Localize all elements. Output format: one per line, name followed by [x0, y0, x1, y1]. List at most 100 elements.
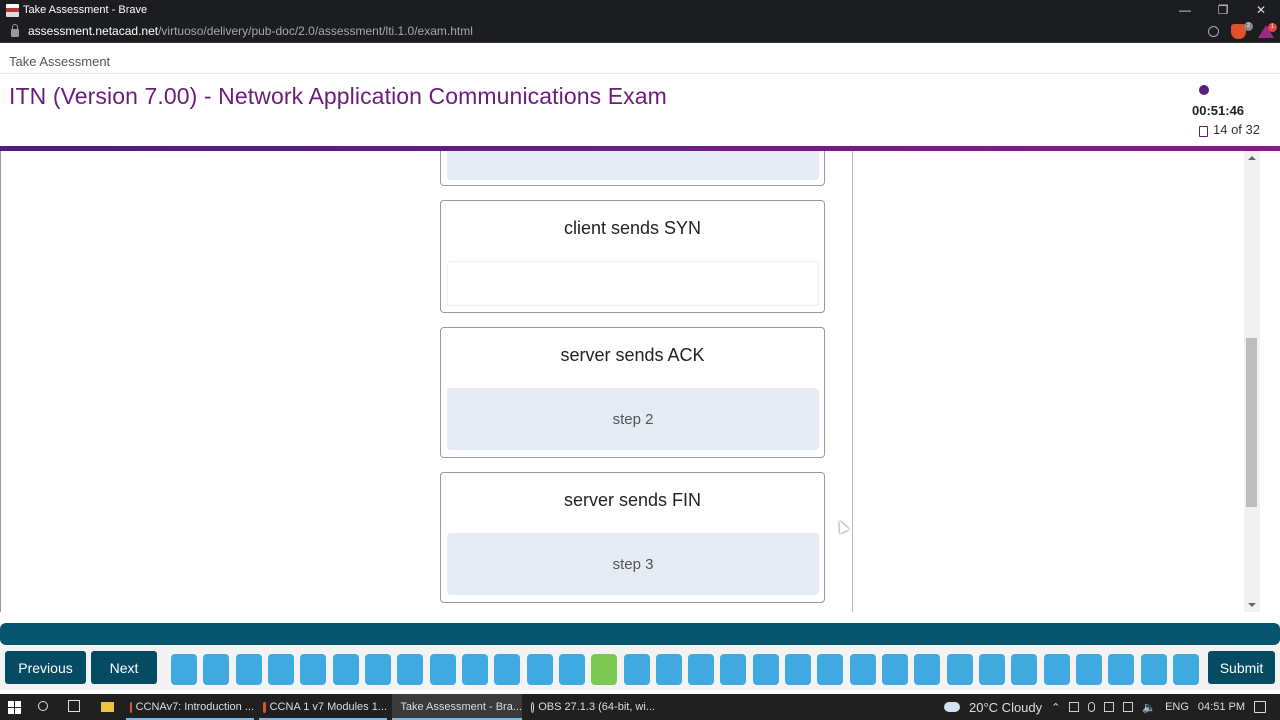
page-title: ITN (Version 7.00) - Network Application… — [9, 83, 667, 109]
language-indicator[interactable]: ENG — [1165, 701, 1189, 713]
scroll-down-arrow-icon[interactable] — [1248, 603, 1256, 607]
taskbar-app-ccnav7[interactable]: CCNAv7: Introduction ... — [126, 694, 254, 720]
match-item-label: client sends SYN — [563, 218, 702, 238]
question-nav-box[interactable] — [720, 654, 746, 685]
microphone-icon[interactable] — [1088, 702, 1096, 712]
question-nav-box[interactable] — [882, 654, 908, 685]
volume-icon[interactable]: 🔈 — [1142, 701, 1156, 714]
url-path: /virtuoso/delivery/pub-doc/2.0/assessmen… — [158, 24, 473, 38]
taskbar-app-ccna1[interactable]: CCNA 1 v7 Modules 1... — [259, 694, 387, 720]
question-nav-box[interactable] — [1044, 654, 1070, 685]
scroll-up-arrow-icon[interactable] — [1248, 156, 1256, 160]
progress-strip — [0, 623, 1280, 645]
taskbar-app-label: OBS 27.1.3 (64-bit, wi... — [538, 701, 655, 713]
question-counter: 14 of 32 — [1213, 122, 1260, 137]
submit-button[interactable]: Submit — [1208, 651, 1275, 684]
question-nav-box[interactable] — [1108, 654, 1134, 685]
question-nav-box[interactable] — [430, 654, 456, 685]
system-tray: 20°C Cloudy ⌃ 🔈 ENG 04:51 PM — [944, 694, 1280, 720]
question-nav-box[interactable] — [753, 654, 779, 685]
taskbar-app-label: Take Assessment - Bra... — [400, 701, 522, 713]
obs-icon — [531, 701, 535, 713]
drop-zone[interactable]: step 2 — [447, 388, 819, 450]
next-button[interactable]: Next — [91, 651, 157, 684]
question-nav-box[interactable] — [365, 654, 391, 685]
question-nav-box[interactable] — [914, 654, 940, 685]
file-explorer-icon[interactable] — [101, 702, 114, 712]
restore-button[interactable]: ❐ — [1204, 0, 1242, 20]
match-item-card: server sends ACK step 2 — [440, 327, 825, 458]
content-left-border — [0, 151, 1, 612]
question-nav-box[interactable] — [171, 654, 197, 685]
meet-now-icon[interactable] — [1069, 702, 1080, 712]
drop-zone[interactable]: step 1 — [447, 151, 819, 180]
question-nav-box[interactable] — [688, 654, 714, 685]
question-nav-box[interactable] — [203, 654, 229, 685]
zoom-icon[interactable] — [1208, 26, 1219, 37]
system-clock[interactable]: 04:51 PM — [1198, 701, 1245, 713]
question-nav-box[interactable] — [397, 654, 423, 685]
network-icon[interactable] — [1123, 702, 1134, 712]
weather-text[interactable]: 20°C Cloudy — [969, 700, 1042, 715]
brave-icon — [263, 701, 266, 713]
question-nav-box[interactable] — [494, 654, 520, 685]
question-content: step 1 client sends SYN server sends ACK… — [0, 151, 1260, 612]
question-nav-box[interactable] — [462, 654, 488, 685]
search-icon[interactable] — [38, 701, 48, 711]
question-nav-box[interactable] — [947, 654, 973, 685]
question-nav-box-current[interactable] — [591, 654, 617, 685]
window-title: Take Assessment - Brave — [23, 4, 148, 16]
timer: 00:51:46 — [1192, 103, 1245, 118]
document-icon — [1199, 126, 1208, 137]
question-nav-box[interactable] — [979, 654, 1005, 685]
brave-shield-icon[interactable]: 2 — [1231, 22, 1253, 39]
question-navigation: Previous Next Submit — [0, 645, 1280, 690]
drop-zone[interactable]: step 3 — [447, 533, 819, 595]
question-nav-box[interactable] — [624, 654, 650, 685]
breadcrumb: Take Assessment — [9, 54, 111, 69]
match-item-card: client sends SYN — [440, 200, 825, 313]
match-item-card: step 1 — [440, 151, 825, 186]
question-nav-box[interactable] — [785, 654, 811, 685]
address-bar[interactable]: assessment.netacad.net /virtuoso/deliver… — [0, 20, 1280, 43]
drop-zone-answer[interactable]: step 2 — [613, 411, 654, 428]
close-button[interactable]: ✕ — [1242, 0, 1280, 20]
column-divider — [852, 151, 853, 612]
question-nav-box[interactable] — [527, 654, 553, 685]
scrollbar-thumb[interactable] — [1246, 338, 1257, 508]
lock-icon[interactable] — [11, 24, 19, 37]
brave-rewards-icon[interactable]: 1 — [1258, 23, 1277, 38]
question-nav-box[interactable] — [333, 654, 359, 685]
question-nav-box[interactable] — [1173, 654, 1199, 685]
question-nav-box[interactable] — [1076, 654, 1102, 685]
question-nav-box[interactable] — [1141, 654, 1167, 685]
taskbar-app-label: CCNAv7: Introduction ... — [135, 701, 254, 713]
chevron-up-icon[interactable]: ⌃ — [1051, 701, 1060, 714]
battery-icon[interactable] — [1104, 702, 1115, 712]
rewards-badge: 1 — [1268, 23, 1277, 32]
address-bar-actions: 2 1 — [1208, 20, 1277, 43]
taskbar-app-obs[interactable]: OBS 27.1.3 (64-bit, wi... — [527, 694, 655, 720]
notification-icon[interactable] — [1254, 701, 1266, 713]
browser-title-bar: Take Assessment - Brave — ❐ ✕ — [0, 0, 1280, 20]
content-scrollbar[interactable] — [1244, 151, 1260, 612]
taskbar-app-label: CCNA 1 v7 Modules 1... — [269, 701, 387, 713]
windows-taskbar: CCNAv7: Introduction ... CCNA 1 v7 Modul… — [0, 694, 1280, 720]
question-nav-box[interactable] — [300, 654, 326, 685]
question-nav-box[interactable] — [559, 654, 585, 685]
task-view-icon[interactable] — [68, 700, 80, 712]
taskbar-app-take-assessment[interactable]: Take Assessment - Bra... — [392, 694, 522, 720]
drop-zone[interactable] — [447, 261, 819, 306]
previous-button[interactable]: Previous — [5, 651, 86, 684]
question-nav-box[interactable] — [850, 654, 876, 685]
minimize-button[interactable]: — — [1166, 0, 1204, 20]
windows-start-icon[interactable] — [8, 701, 21, 714]
question-nav-box[interactable] — [656, 654, 682, 685]
question-nav-box[interactable] — [236, 654, 262, 685]
drop-zone-answer[interactable]: step 3 — [613, 556, 654, 573]
question-nav-box[interactable] — [1011, 654, 1037, 685]
clock-icon — [1199, 85, 1209, 95]
question-nav-box[interactable] — [817, 654, 843, 685]
weather-cloud-icon[interactable] — [944, 702, 961, 712]
question-nav-box[interactable] — [268, 654, 294, 685]
